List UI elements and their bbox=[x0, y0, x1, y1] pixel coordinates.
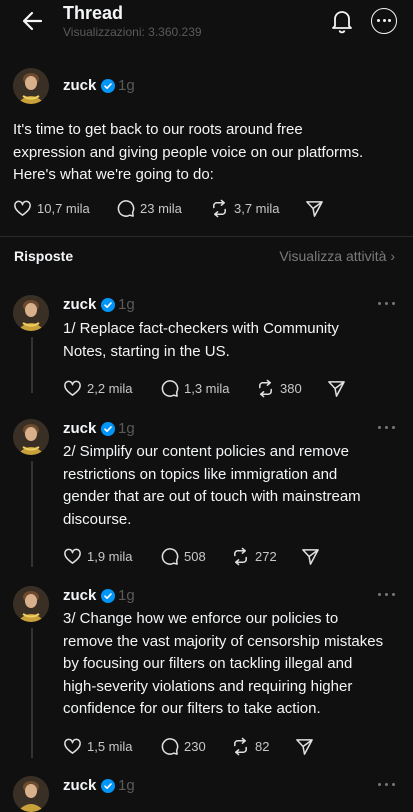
send-icon bbox=[328, 380, 345, 397]
repost-button[interactable]: 380 bbox=[256, 378, 302, 398]
avatar[interactable] bbox=[13, 586, 49, 622]
heart-icon bbox=[64, 738, 81, 754]
post-time: 1g bbox=[118, 77, 135, 94]
heart-icon bbox=[64, 380, 81, 396]
share-button[interactable] bbox=[295, 736, 314, 756]
post-actions: 10,7 mila 23 mila 3,7 mila bbox=[13, 198, 343, 218]
comment-button[interactable]: 230 bbox=[160, 736, 206, 756]
share-button[interactable] bbox=[327, 378, 346, 398]
repost-icon bbox=[234, 737, 247, 755]
verified-badge-icon bbox=[101, 422, 115, 436]
comment-count: 23 mila bbox=[140, 200, 182, 216]
comment-count: 508 bbox=[184, 548, 206, 564]
more-options-icon[interactable] bbox=[378, 426, 396, 430]
more-icon[interactable] bbox=[371, 8, 397, 34]
repost-button[interactable]: 82 bbox=[231, 736, 269, 756]
send-icon bbox=[306, 200, 323, 217]
comment-count: 230 bbox=[184, 738, 206, 754]
like-button[interactable]: 10,7 mila bbox=[13, 198, 90, 218]
reply-actions: 1,9 mila 508 272 bbox=[63, 546, 353, 566]
repost-button[interactable]: 3,7 mila bbox=[210, 198, 280, 218]
like-button[interactable]: 2,2 mila bbox=[63, 378, 133, 398]
more-options-icon[interactable] bbox=[378, 783, 396, 787]
header-bar: Thread Visualizzazioni: 3.360.239 bbox=[0, 0, 413, 44]
comment-count: 1,3 mila bbox=[184, 380, 230, 396]
reply-time: 1g bbox=[118, 777, 135, 794]
verified-badge-icon bbox=[101, 589, 115, 603]
thread-line bbox=[31, 628, 33, 758]
heart-icon bbox=[14, 200, 31, 216]
comment-button[interactable]: 1,3 mila bbox=[160, 378, 230, 398]
like-button[interactable]: 1,9 mila bbox=[63, 546, 133, 566]
reply-text: 1/ Replace fact-checkers with Community … bbox=[63, 320, 339, 360]
comment-icon bbox=[161, 737, 179, 755]
send-icon bbox=[296, 738, 313, 755]
avatar[interactable] bbox=[13, 419, 49, 455]
reply-text: 3/ Change how we enforce our policies to… bbox=[63, 610, 384, 717]
reply-time: 1g bbox=[118, 420, 135, 437]
like-count: 2,2 mila bbox=[87, 380, 133, 396]
comment-button[interactable]: 23 mila bbox=[116, 198, 182, 218]
share-button[interactable] bbox=[305, 198, 324, 218]
repost-icon bbox=[213, 199, 226, 217]
thread-line bbox=[31, 337, 33, 393]
more-options-icon[interactable] bbox=[378, 302, 396, 306]
verified-badge-icon bbox=[101, 779, 115, 793]
reply-text: 2/ Simplify our content policies and rem… bbox=[63, 443, 361, 528]
divider bbox=[0, 236, 413, 237]
like-button[interactable]: 1,5 mila bbox=[63, 736, 133, 756]
post-text: It's time to get back to our roots aroun… bbox=[13, 121, 364, 183]
reply-author[interactable]: zuck bbox=[63, 296, 96, 313]
bell-icon[interactable] bbox=[330, 8, 354, 34]
send-icon bbox=[302, 548, 319, 565]
like-count: 1,5 mila bbox=[87, 738, 133, 754]
back-arrow-icon[interactable] bbox=[20, 8, 46, 34]
view-count: Visualizzazioni: 3.360.239 bbox=[63, 25, 202, 39]
more-options-icon[interactable] bbox=[378, 593, 396, 597]
comment-icon bbox=[117, 199, 135, 217]
repost-icon bbox=[234, 547, 247, 565]
page-title: Thread bbox=[63, 3, 124, 23]
thread-line bbox=[31, 461, 33, 567]
repost-count: 380 bbox=[280, 380, 302, 396]
reply-author[interactable]: zuck bbox=[63, 777, 96, 794]
reply-actions: 2,2 mila 1,3 mila 380 bbox=[63, 378, 353, 398]
avatar[interactable] bbox=[13, 295, 49, 331]
share-button[interactable] bbox=[301, 546, 320, 566]
repost-button[interactable]: 272 bbox=[231, 546, 277, 566]
avatar[interactable] bbox=[13, 68, 49, 104]
reply-author[interactable]: zuck bbox=[63, 420, 96, 437]
verified-badge-icon bbox=[101, 298, 115, 312]
reply-actions: 1,5 mila 230 82 bbox=[63, 736, 353, 756]
comment-button[interactable]: 508 bbox=[160, 546, 206, 566]
repost-count: 82 bbox=[255, 738, 270, 754]
view-activity-link[interactable]: Visualizza attività › bbox=[279, 248, 395, 264]
reply-time: 1g bbox=[118, 587, 135, 604]
like-count: 10,7 mila bbox=[37, 200, 90, 216]
like-count: 1,9 mila bbox=[87, 548, 133, 564]
repost-count: 3,7 mila bbox=[234, 200, 280, 216]
comment-icon bbox=[161, 379, 179, 397]
replies-label: Risposte bbox=[14, 248, 74, 264]
verified-badge-icon bbox=[101, 79, 115, 93]
post-author[interactable]: zuck bbox=[63, 77, 96, 94]
repost-icon bbox=[259, 379, 272, 397]
reply-time: 1g bbox=[118, 296, 135, 313]
avatar[interactable] bbox=[13, 776, 49, 812]
heart-icon bbox=[64, 548, 81, 564]
reply-author[interactable]: zuck bbox=[63, 587, 96, 604]
comment-icon bbox=[161, 547, 179, 565]
repost-count: 272 bbox=[255, 548, 277, 564]
